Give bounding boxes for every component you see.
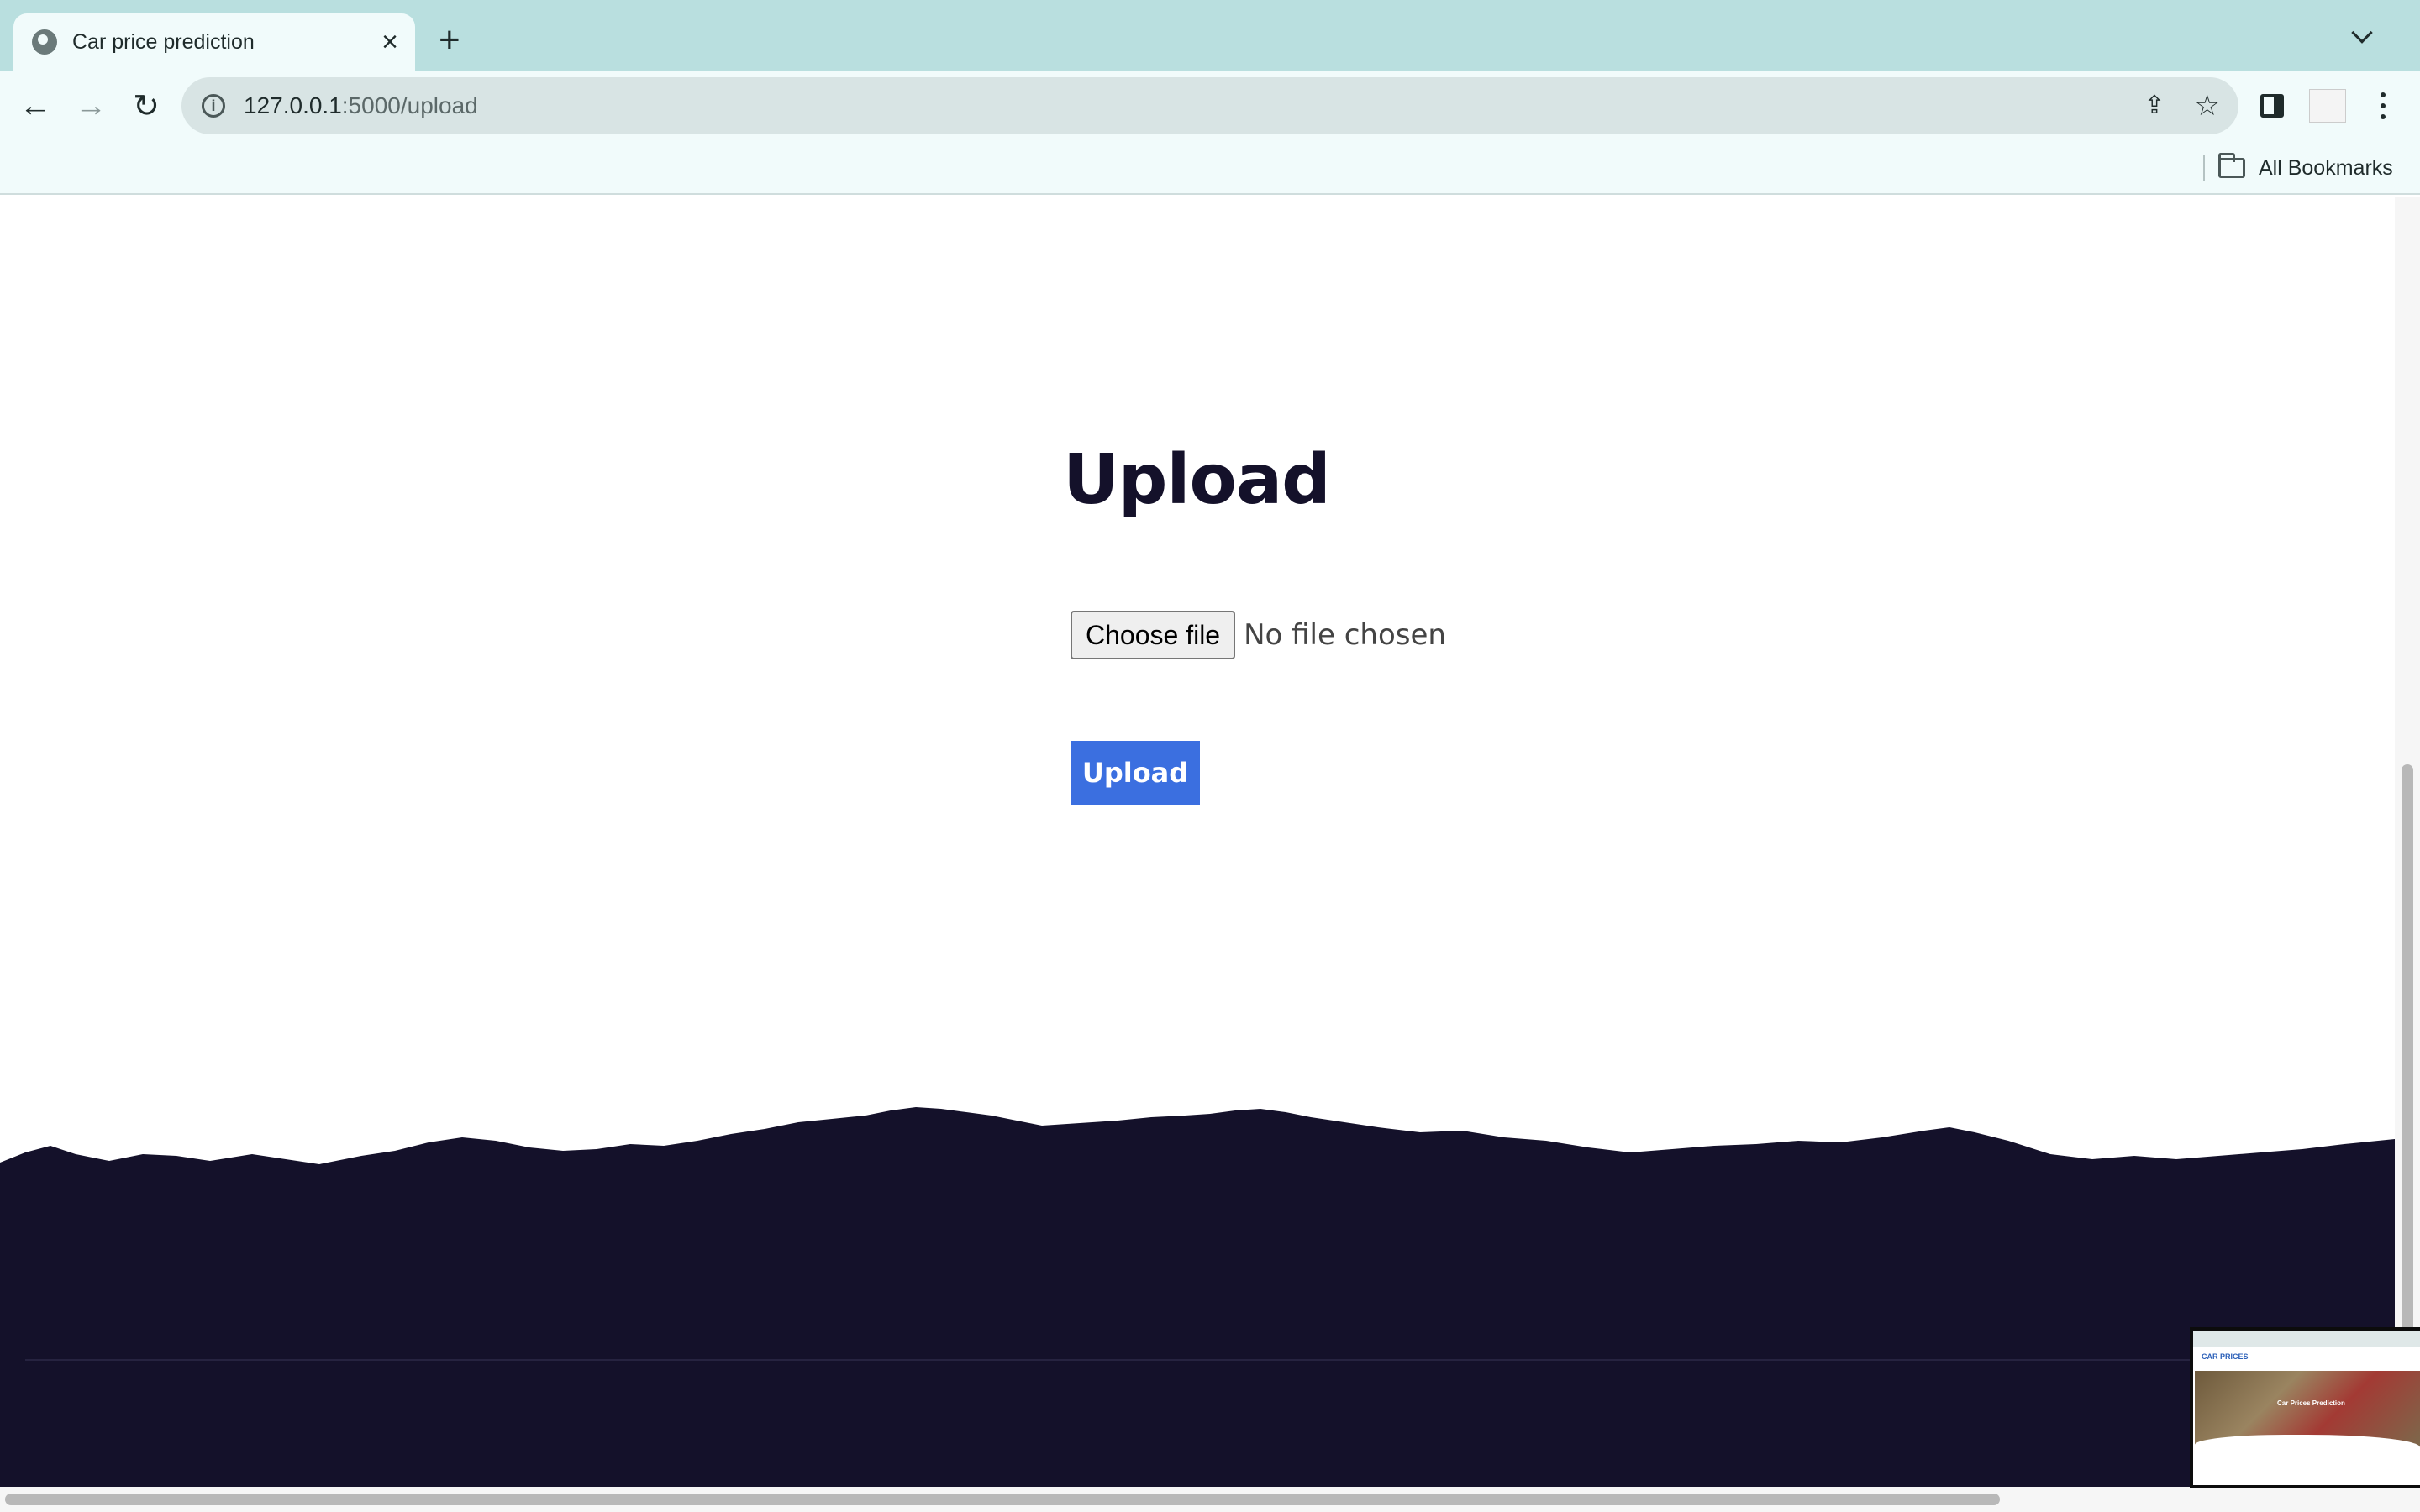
side-panel-icon[interactable]	[2260, 94, 2284, 118]
screenshot-preview-thumbnail[interactable]: CAR PRICES Car Prices Prediction	[2190, 1327, 2420, 1488]
page-title: Upload	[1063, 440, 1331, 520]
thumbnail-browser-bar	[2193, 1331, 2420, 1347]
info-icon[interactable]: i	[202, 94, 225, 118]
all-bookmarks-label: All Bookmarks	[2259, 155, 2393, 180]
address-bar[interactable]: i 127.0.0.1:5000/upload ⇪ ☆	[182, 77, 2238, 134]
choose-file-button[interactable]: Choose file	[1071, 611, 1236, 659]
footer-mountain-silhouette	[0, 1107, 2395, 1487]
share-icon[interactable]: ⇪	[2141, 92, 2168, 119]
forward-arrow-icon[interactable]: →	[71, 86, 111, 126]
globe-icon	[32, 29, 57, 55]
url-path: :5000/upload	[341, 92, 478, 118]
close-icon[interactable]: ×	[381, 28, 398, 56]
page-viewport: Upload Choose file No file chosen Upload	[0, 197, 2420, 1487]
thumbnail-brand: CAR PRICES	[2202, 1352, 2249, 1361]
file-status: No file chosen	[1244, 618, 1446, 652]
tab-strip: Car price prediction × +	[0, 0, 2420, 71]
browser-toolbar: ← → ↻ i 127.0.0.1:5000/upload ⇪ ☆	[0, 71, 2420, 141]
browser-tab[interactable]: Car price prediction ×	[13, 13, 415, 71]
footer-divider	[25, 1359, 2378, 1361]
horizontal-scrollbar-thumb[interactable]	[5, 1494, 2000, 1505]
chevron-down-icon[interactable]	[2351, 22, 2373, 44]
profile-icon[interactable]	[2309, 89, 2346, 123]
thumbnail-snow-overlay	[2195, 1435, 2420, 1460]
url-host: 127.0.0.1	[244, 92, 342, 118]
thumbnail-hero-text: Car Prices Prediction	[2277, 1399, 2345, 1407]
plus-icon[interactable]: +	[439, 22, 460, 59]
kebab-menu-icon[interactable]	[2375, 89, 2391, 123]
file-input[interactable]: Choose file No file chosen	[1071, 610, 1446, 660]
star-icon[interactable]: ☆	[2195, 89, 2220, 123]
folder-icon	[2218, 153, 2245, 178]
all-bookmarks-button[interactable]: All Bookmarks	[2218, 151, 2393, 185]
tab-title: Car price prediction	[72, 29, 255, 54]
back-arrow-icon[interactable]: ←	[15, 86, 55, 126]
upload-button[interactable]: Upload	[1071, 741, 1200, 805]
bookmarks-separator	[2203, 155, 2205, 181]
reload-icon[interactable]: ↻	[126, 86, 166, 126]
bookmarks-bar: All Bookmarks	[0, 141, 2420, 195]
